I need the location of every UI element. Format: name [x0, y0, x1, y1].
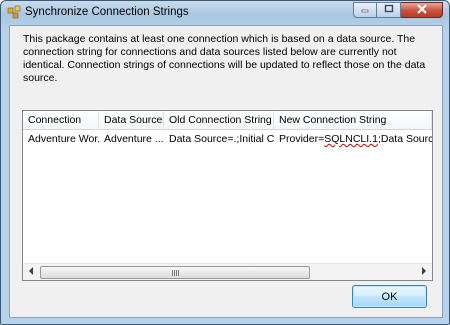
scroll-left-arrow-icon — [28, 266, 34, 278]
scrollbar-thumb[interactable] — [40, 266, 310, 279]
window-title: Synchronize Connection Strings — [25, 6, 189, 18]
close-button[interactable] — [401, 2, 443, 18]
maximize-icon — [384, 4, 394, 17]
ssis-package-icon — [7, 5, 21, 19]
close-icon — [416, 3, 428, 17]
cell-new-connection-string: Provider=SQLNCLI.1;Data Source=.; — [274, 130, 432, 148]
horizontal-scrollbar[interactable] — [23, 263, 432, 280]
cell-connection: Adventure Wor... — [28, 133, 99, 145]
connections-list[interactable]: Connection Data Source Old Connection St… — [22, 110, 433, 281]
new-string-suffix: ;Data Source=.; — [377, 133, 432, 145]
cell-data-source: Adventure ... — [104, 133, 164, 145]
column-header-old-connection-string[interactable]: Old Connection String — [164, 111, 274, 129]
info-message: This package contains at least one conne… — [23, 33, 426, 84]
caption-buttons — [353, 2, 443, 18]
grip-icon — [171, 269, 179, 276]
minimize-button[interactable] — [353, 2, 377, 18]
scroll-right-arrow-icon — [421, 266, 427, 278]
scroll-right-button[interactable] — [416, 264, 432, 280]
minimize-icon — [360, 4, 370, 17]
dialog-body: This package contains at least one conne… — [9, 25, 443, 318]
maximize-button[interactable] — [377, 2, 401, 18]
cell-old-connection-string: Data Source=.;Initial Ca... — [169, 133, 274, 145]
new-string-prefix: Provider= — [279, 133, 325, 145]
dialog-window: Synchronize Connection Strings This pack… — [0, 0, 450, 325]
column-header-connection[interactable]: Connection — [23, 111, 99, 129]
ok-button[interactable]: OK — [352, 285, 427, 308]
column-header-data-source[interactable]: Data Source — [99, 111, 164, 129]
column-header-new-connection-string[interactable]: New Connection String — [274, 111, 432, 129]
scroll-left-button[interactable] — [23, 264, 39, 280]
provider-name-highlight: SQLNCLI.1 — [324, 133, 378, 145]
list-header: Connection Data Source Old Connection St… — [23, 111, 432, 130]
title-bar[interactable]: Synchronize Connection Strings — [1, 1, 449, 25]
list-row[interactable]: Adventure Wor... Adventure ... Data Sour… — [23, 130, 432, 148]
